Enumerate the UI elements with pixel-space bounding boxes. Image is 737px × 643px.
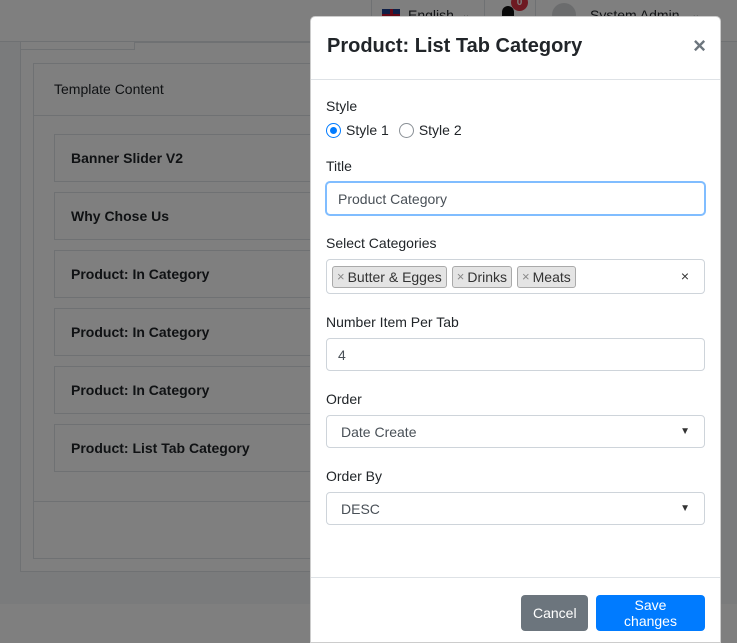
style-2-label: Style 2 bbox=[418, 122, 462, 138]
order-by-group: Order By DESC ▼ bbox=[326, 468, 705, 525]
category-tag: × Meats bbox=[517, 265, 576, 288]
number-item-group: Number Item Per Tab 4 bbox=[326, 314, 705, 371]
radio-unchecked-icon[interactable] bbox=[398, 122, 414, 138]
style-2-radio[interactable]: Style 2 bbox=[398, 122, 462, 138]
category-tag-label: Butter & Egges bbox=[347, 268, 442, 285]
radio-checked-icon[interactable] bbox=[326, 122, 341, 138]
clear-all-icon[interactable]: × bbox=[681, 268, 689, 284]
style-label: Style bbox=[326, 98, 358, 114]
remove-tag-icon[interactable]: × bbox=[522, 269, 530, 284]
save-changes-button[interactable]: Save changes bbox=[596, 595, 705, 631]
modal-header: Product: List Tab Category × bbox=[311, 17, 720, 80]
order-group: Order Date Create ▼ bbox=[326, 391, 705, 448]
categories-group: Select Categories × Butter & Egges × Dri… bbox=[326, 235, 705, 294]
category-tag-label: Meats bbox=[532, 268, 571, 285]
order-select-value: Date Create bbox=[341, 423, 417, 440]
style-1-label: Style 1 bbox=[346, 122, 389, 138]
category-tag: × Drinks bbox=[451, 265, 513, 288]
order-by-label: Order By bbox=[326, 468, 383, 484]
categories-label: Select Categories bbox=[326, 235, 437, 251]
title-group: Title Product Category bbox=[326, 158, 705, 215]
modal-body: Style Style 1 Style 2 Title Product Cate… bbox=[311, 80, 720, 563]
number-item-input[interactable]: 4 bbox=[326, 338, 705, 371]
categories-multiselect[interactable]: × Butter & Egges × Drinks × Meats × bbox=[326, 259, 705, 294]
remove-tag-icon[interactable]: × bbox=[457, 269, 465, 284]
category-tag-label: Drinks bbox=[467, 268, 508, 285]
remove-tag-icon[interactable]: × bbox=[337, 269, 345, 284]
category-tag: × Butter & Egges bbox=[332, 265, 447, 288]
chevron-down-icon: ▼ bbox=[680, 503, 690, 514]
title-input[interactable]: Product Category bbox=[326, 182, 705, 215]
order-select[interactable]: Date Create ▼ bbox=[326, 415, 705, 448]
modal-title: Product: List Tab Category bbox=[327, 35, 583, 57]
cancel-button[interactable]: Cancel bbox=[521, 595, 588, 631]
modal-footer: Cancel Save changes bbox=[311, 577, 720, 643]
close-icon[interactable]: × bbox=[693, 35, 706, 57]
style-1-radio[interactable]: Style 1 bbox=[326, 122, 389, 138]
number-item-label: Number Item Per Tab bbox=[326, 314, 459, 330]
chevron-down-icon: ▼ bbox=[680, 426, 690, 437]
order-label: Order bbox=[326, 391, 362, 407]
order-by-select[interactable]: DESC ▼ bbox=[326, 492, 705, 525]
product-list-tab-category-modal: Product: List Tab Category × Style Style… bbox=[310, 16, 721, 643]
style-group: Style Style 1 Style 2 bbox=[326, 98, 705, 138]
order-by-select-value: DESC bbox=[341, 500, 380, 517]
title-label: Title bbox=[326, 158, 352, 174]
